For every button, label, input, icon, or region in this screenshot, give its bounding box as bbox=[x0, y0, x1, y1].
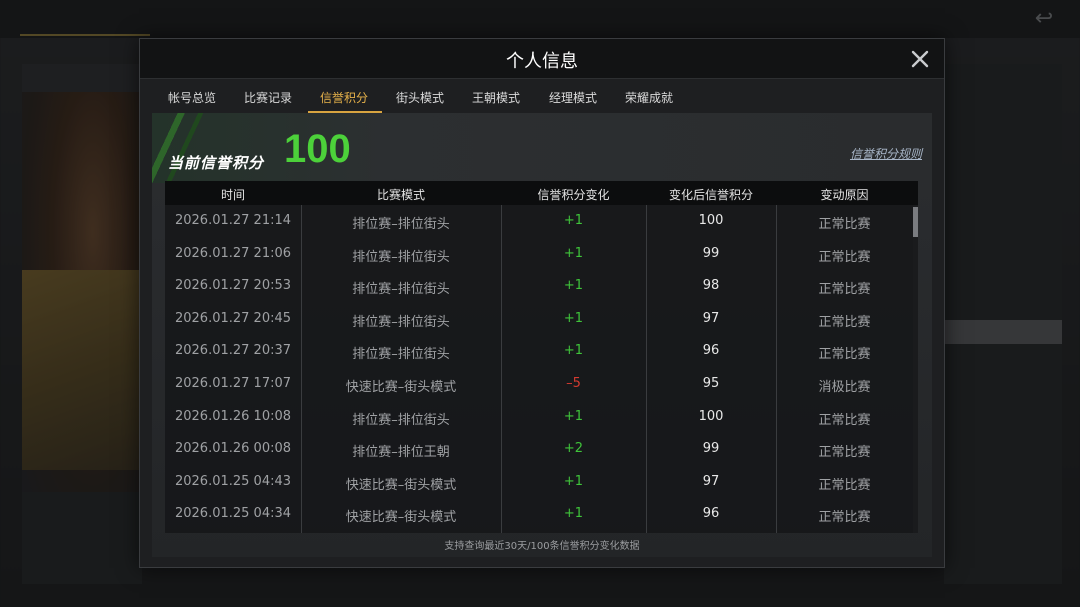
cell-mode: 快速比赛–街头模式 bbox=[345, 477, 457, 493]
table-row: 2026.01.26 00:08 排位赛–排位王朝 +2 99 正常比赛 bbox=[165, 433, 913, 466]
cell-time: 2026.01.27 17:07 bbox=[174, 376, 292, 391]
cell-after: 97 bbox=[702, 473, 720, 489]
cell-change: +1 bbox=[563, 473, 584, 489]
cell-reason: 正常比赛 bbox=[818, 477, 871, 493]
tab-dynasty-mode[interactable]: 王朝模式 bbox=[472, 89, 520, 106]
cell-reason: 正常比赛 bbox=[818, 445, 871, 461]
cell-time: 2026.01.27 21:14 bbox=[174, 213, 292, 228]
cell-time: 2026.01.27 20:53 bbox=[174, 278, 292, 294]
cell-mode: 排位赛–排位街头 bbox=[352, 249, 450, 265]
modal-tabs: 帐号总览 比赛记录 信誉积分 街头模式 王朝模式 经理模式 荣耀成就 bbox=[140, 79, 944, 115]
cell-mode: 快速比赛–街头模式 bbox=[345, 510, 457, 526]
cell-change: –5 bbox=[566, 376, 581, 391]
table-header: 时间 比赛模式 信誉积分变化 变化后信誉积分 变动原因 bbox=[165, 181, 918, 205]
cell-mode: 排位赛–排位街头 bbox=[352, 412, 450, 428]
table-row: 2026.01.25 04:34 快速比赛–街头模式 +1 96 正常比赛 bbox=[165, 498, 913, 531]
cell-change: +1 bbox=[563, 245, 584, 261]
tab-account-overview[interactable]: 帐号总览 bbox=[168, 89, 216, 106]
header-change: 信誉积分变化 bbox=[537, 188, 610, 202]
table-row: 2026.01.26 10:08 排位赛–排位街头 +1 100 正常比赛 bbox=[165, 401, 913, 434]
header-mode: 比赛模式 bbox=[376, 188, 425, 202]
credit-label: 当前信誉积分 bbox=[168, 154, 265, 172]
credit-banner: 当前信誉积分 100 信誉积分规则 bbox=[152, 113, 932, 183]
cell-after: 97 bbox=[702, 310, 720, 326]
table-row: 2026.01.27 17:07 快速比赛–街头模式 –5 95 消极比赛 bbox=[165, 368, 913, 401]
table-row: 2026.01.25 04:43 快速比赛–街头模式 +1 97 正常比赛 bbox=[165, 466, 913, 499]
cell-time: 2026.01.26 10:08 bbox=[174, 408, 292, 424]
table-row: 2026.01.27 20:45 排位赛–排位街头 +1 97 正常比赛 bbox=[165, 303, 913, 336]
cell-mode: 快速比赛–街头模式 bbox=[345, 380, 457, 395]
tab-credit-score[interactable]: 信誉积分 bbox=[320, 89, 368, 106]
credit-value: 100 bbox=[284, 127, 351, 171]
cell-after: 100 bbox=[698, 213, 724, 228]
credit-history-table: 时间 比赛模式 信誉积分变化 变化后信誉积分 变动原因 2026.01.27 2… bbox=[165, 181, 918, 533]
cell-after: 100 bbox=[698, 408, 724, 424]
cell-reason: 正常比赛 bbox=[818, 510, 871, 526]
cell-time: 2026.01.26 00:08 bbox=[174, 441, 292, 457]
cell-change: +1 bbox=[563, 278, 584, 294]
cell-after: 96 bbox=[702, 343, 720, 359]
header-reason: 变动原因 bbox=[820, 188, 869, 202]
tab-street-mode[interactable]: 街头模式 bbox=[396, 89, 444, 106]
cell-time: 2026.01.27 21:06 bbox=[174, 245, 292, 261]
tab-honor-achievements[interactable]: 荣耀成就 bbox=[625, 89, 673, 106]
tab-manager-mode[interactable]: 经理模式 bbox=[549, 89, 597, 106]
cell-change: +1 bbox=[563, 343, 584, 359]
cell-mode: 排位赛–排位街头 bbox=[352, 347, 450, 363]
cell-time: 2026.01.25 04:34 bbox=[174, 506, 292, 522]
cell-after: 98 bbox=[702, 278, 720, 294]
cell-mode: 排位赛–排位王朝 bbox=[352, 445, 450, 461]
cell-reason: 正常比赛 bbox=[818, 347, 871, 363]
cell-after: 99 bbox=[702, 245, 720, 261]
table-row: 2026.01.27 20:37 排位赛–排位街头 +1 96 正常比赛 bbox=[165, 335, 913, 368]
cell-reason: 正常比赛 bbox=[818, 249, 871, 265]
table-row: 2026.01.27 21:06 排位赛–排位街头 +1 99 正常比赛 bbox=[165, 238, 913, 271]
footer-note: 支持查询最近30天/100条信誉积分变化数据 bbox=[444, 541, 640, 552]
cell-reason: 正常比赛 bbox=[818, 217, 871, 232]
modal-title: 个人信息 bbox=[506, 51, 578, 72]
modal-header: 个人信息 bbox=[140, 39, 944, 79]
table-body[interactable]: 2026.01.27 21:14 排位赛–排位街头 +1 100 正常比赛 2026.01… bbox=[165, 205, 918, 533]
cell-change: +1 bbox=[563, 506, 584, 522]
cell-change: +1 bbox=[563, 213, 584, 228]
cell-reason: 正常比赛 bbox=[818, 282, 871, 298]
cell-change: +1 bbox=[563, 408, 584, 424]
scrollbar-thumb[interactable] bbox=[913, 207, 918, 237]
tab-match-records[interactable]: 比赛记录 bbox=[244, 89, 292, 106]
cell-mode: 排位赛–排位街头 bbox=[352, 282, 450, 298]
cell-time: 2026.01.25 04:43 bbox=[174, 473, 292, 489]
cell-after: 96 bbox=[702, 506, 720, 522]
header-time: 时间 bbox=[220, 188, 245, 202]
cell-reason: 消极比赛 bbox=[818, 380, 871, 395]
cell-time: 2026.01.27 20:37 bbox=[174, 343, 292, 359]
cell-change: +2 bbox=[563, 441, 584, 457]
cell-mode: 排位赛–排位街头 bbox=[352, 217, 450, 232]
table-scrollbar[interactable] bbox=[913, 205, 918, 533]
close-button[interactable] bbox=[908, 47, 932, 71]
cell-time: 2026.01.27 20:45 bbox=[174, 310, 292, 326]
table-row: 2026.01.27 20:53 排位赛–排位街头 +1 98 正常比赛 bbox=[165, 270, 913, 303]
cell-reason: 正常比赛 bbox=[818, 412, 871, 428]
cell-reason: 正常比赛 bbox=[818, 314, 871, 330]
cell-after: 95 bbox=[702, 376, 720, 391]
table-row: 2026.01.27 21:14 排位赛–排位街头 +1 100 正常比赛 bbox=[165, 205, 913, 238]
credit-content: 当前信誉积分 100 信誉积分规则 时间 比赛模式 信誉积分变化 变化后信誉积分… bbox=[152, 113, 932, 557]
cell-mode: 排位赛–排位街头 bbox=[352, 314, 450, 330]
cell-after: 99 bbox=[702, 441, 720, 457]
header-after: 变化后信誉积分 bbox=[668, 188, 753, 202]
personal-info-modal: 个人信息 帐号总览 比赛记录 信誉积分 街头模式 王朝模式 经理模式 荣耀成就 … bbox=[139, 38, 945, 568]
credit-rules-link[interactable]: 信誉积分规则 bbox=[850, 145, 922, 162]
close-icon bbox=[911, 50, 929, 68]
cell-change: +1 bbox=[563, 310, 584, 326]
